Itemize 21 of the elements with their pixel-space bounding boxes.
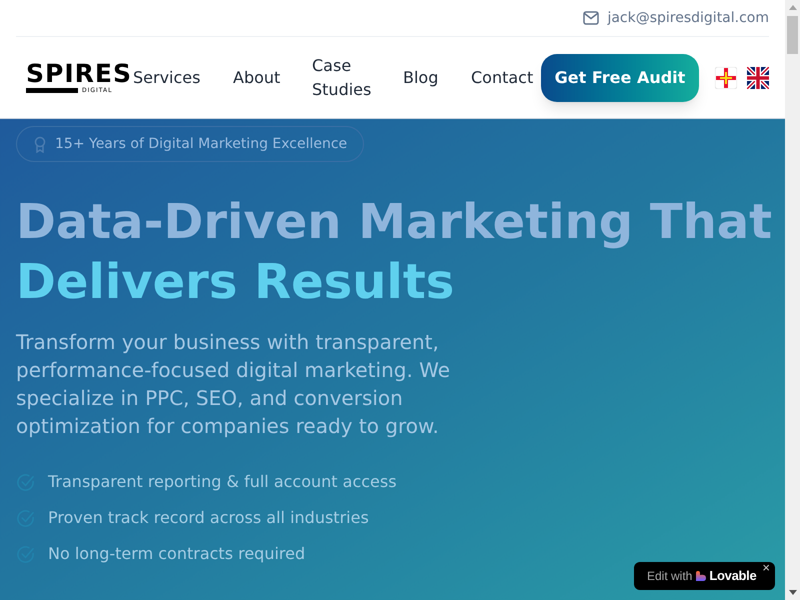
heart-logo-icon — [696, 571, 706, 581]
hero-title-highlight: Delivers Results — [16, 253, 456, 312]
feature-text: Proven track record across all industries — [48, 507, 369, 529]
nav-link[interactable]: Blog — [403, 66, 471, 90]
feature-text: No long-term contracts required — [48, 543, 306, 565]
nav-link[interactable]: Contact — [471, 66, 541, 90]
get-free-audit-button[interactable]: Get Free Audit — [541, 54, 699, 102]
flag-icon[interactable] — [747, 66, 769, 88]
nav-link[interactable]: About — [233, 66, 312, 90]
experience-badge: 15+ Years of Digital Marketing Excellence — [16, 126, 364, 162]
scrollbar-thumb[interactable] — [787, 16, 798, 54]
edit-with-lovable-badge[interactable]: Edit with Lovable × — [634, 562, 775, 590]
close-button[interactable]: × — [762, 561, 770, 575]
hero-title: Data-Driven Marketing That — [16, 193, 769, 252]
nav-link[interactable]: Services — [133, 66, 233, 90]
email-link[interactable]: jack@spiresdigital.com — [607, 8, 769, 28]
award-icon — [33, 136, 47, 152]
nav-link[interactable]: Case Studies — [312, 54, 403, 102]
feature-text: Transparent reporting & full account access — [48, 471, 397, 493]
hero-description: Transform your business with transparent, performance-focused digital marketing. We specialize in PPC, SEO, and conversion optimization for companies ready to grow. — [16, 329, 452, 440]
mail-icon — [583, 11, 600, 25]
